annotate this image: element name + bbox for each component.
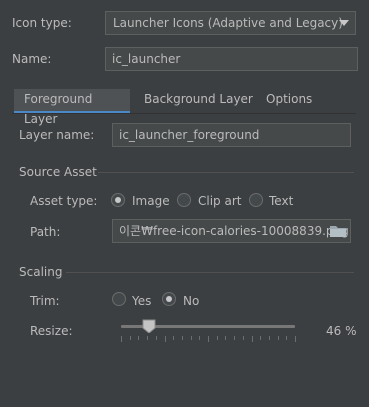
scaling-divider bbox=[66, 272, 354, 273]
name-label: Name: bbox=[12, 52, 52, 66]
trim-yes-label[interactable]: Yes bbox=[132, 294, 151, 308]
slider-tick bbox=[130, 336, 131, 340]
slider-tick bbox=[286, 336, 287, 340]
slider-tick bbox=[217, 336, 218, 340]
slider-tick bbox=[278, 336, 279, 340]
slider-tick bbox=[199, 336, 200, 340]
icon-type-label: Icon type: bbox=[12, 16, 72, 30]
name-field[interactable]: ic_launcher bbox=[105, 47, 358, 71]
asset-type-label: Asset type: bbox=[30, 194, 98, 208]
radio-selected-dot bbox=[115, 197, 121, 203]
slider-tick bbox=[138, 336, 139, 340]
asset-type-clip-art-label[interactable]: Clip art bbox=[198, 194, 241, 208]
resize-label: Resize: bbox=[30, 324, 73, 338]
slider-tick bbox=[208, 336, 209, 342]
slider-tick bbox=[156, 336, 157, 340]
slider-tick bbox=[173, 336, 174, 340]
slider-tick bbox=[243, 336, 244, 340]
slider-tick bbox=[225, 336, 226, 340]
path-value: 이콘₩free-icon-calories-10008839.png bbox=[119, 224, 349, 238]
chevron-down-icon bbox=[339, 20, 349, 26]
asset-type-image-label[interactable]: Image bbox=[132, 194, 170, 208]
resize-slider-thumb[interactable] bbox=[142, 319, 156, 334]
icon-type-value: Launcher Icons (Adaptive and Legacy) bbox=[113, 16, 343, 30]
asset-type-image-radio[interactable] bbox=[111, 193, 125, 207]
slider-tick bbox=[121, 336, 122, 342]
path-label: Path: bbox=[30, 225, 61, 239]
slider-tick bbox=[165, 336, 166, 342]
slider-tick bbox=[191, 336, 192, 340]
source-asset-divider bbox=[98, 172, 354, 173]
slider-tick bbox=[182, 336, 183, 340]
slider-tick bbox=[269, 336, 270, 340]
slider-tick bbox=[234, 336, 235, 340]
asset-type-text-radio[interactable] bbox=[249, 193, 263, 207]
asset-type-text-label[interactable]: Text bbox=[269, 194, 293, 208]
path-field[interactable]: 이콘₩free-icon-calories-10008839.png bbox=[112, 219, 351, 243]
scaling-title: Scaling bbox=[19, 265, 63, 279]
tab-foreground-layer[interactable]: Foreground Layer bbox=[14, 89, 130, 126]
slider-tick bbox=[252, 336, 253, 342]
tab-background-layer[interactable]: Background Layer bbox=[144, 89, 253, 114]
slider-tick bbox=[147, 336, 148, 340]
tabs-divider bbox=[12, 113, 356, 114]
trim-yes-radio[interactable] bbox=[112, 292, 126, 306]
icon-type-select[interactable]: Launcher Icons (Adaptive and Legacy) bbox=[105, 11, 356, 35]
source-asset-title: Source Asset bbox=[19, 165, 97, 179]
folder-icon[interactable] bbox=[328, 222, 348, 240]
trim-no-radio[interactable] bbox=[162, 292, 176, 306]
layer-name-field[interactable]: ic_launcher_foreground bbox=[112, 123, 351, 147]
layer-name-label: Layer name: bbox=[19, 128, 95, 142]
slider-tick bbox=[260, 336, 261, 340]
trim-no-label[interactable]: No bbox=[183, 294, 199, 308]
slider-tick bbox=[295, 336, 296, 342]
tab-options[interactable]: Options bbox=[266, 89, 312, 114]
radio-selected-dot bbox=[166, 296, 172, 302]
asset-type-clip-art-radio[interactable] bbox=[177, 193, 191, 207]
trim-label: Trim: bbox=[30, 294, 60, 308]
resize-value: 46 % bbox=[326, 324, 357, 338]
